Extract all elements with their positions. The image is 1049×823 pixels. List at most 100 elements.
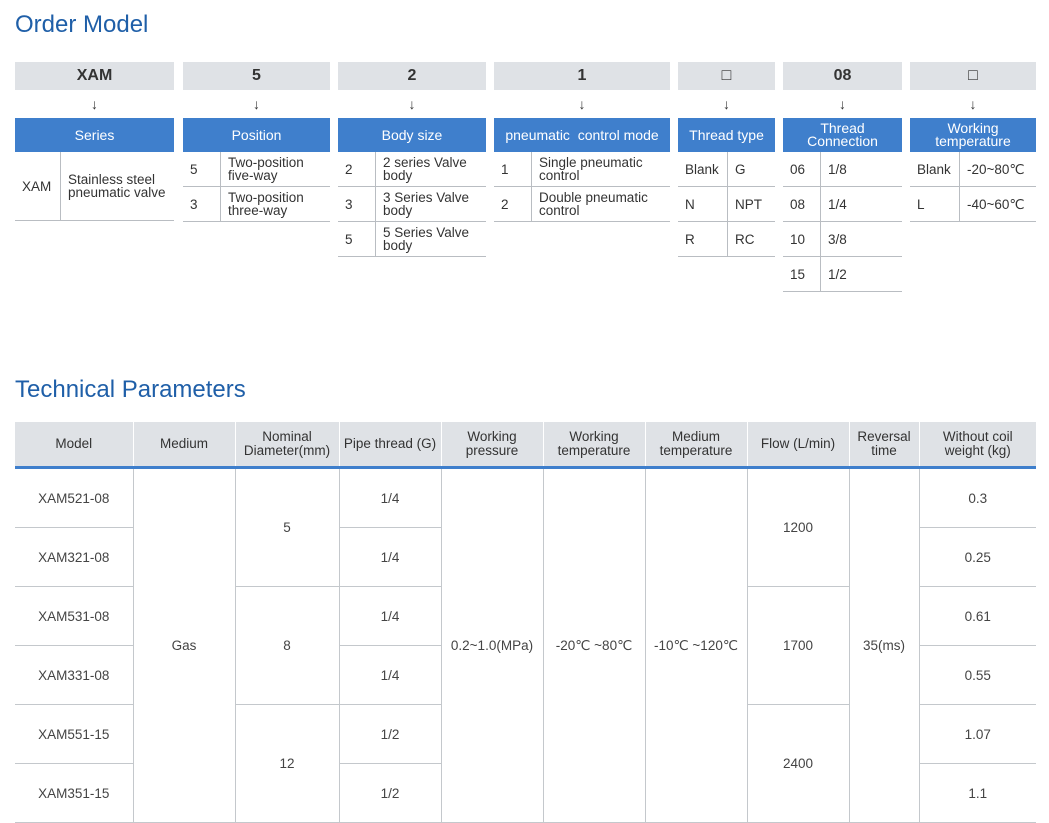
order-column-working-temperature: □ ↓ Working temperature Blank -20~80℃ L …	[910, 62, 1036, 222]
pipe-thread-cell: 1/4	[338, 645, 441, 705]
option-label: -20~80℃	[959, 152, 1036, 186]
order-model-title: Order Model	[15, 11, 149, 38]
down-arrow-icon: ↓	[91, 96, 98, 112]
column-header: Without coil weight (kg)	[918, 422, 1036, 469]
option-code: 10	[790, 231, 806, 247]
order-column-body-size: 2 ↓ Body size 2 2 series Valve body 3 3 …	[338, 62, 486, 257]
option-label: G	[727, 152, 775, 186]
model-cell: XAM521-08	[15, 467, 133, 528]
option-label: 1/8	[820, 152, 902, 186]
medium-cell: Gas	[132, 467, 235, 823]
order-option-row: Blank G	[678, 152, 775, 187]
option-label: 3 Series Valve body	[375, 187, 486, 221]
order-code: 5	[183, 62, 330, 90]
option-label: 3/8	[820, 222, 902, 256]
column-header: Flow (L/min)	[746, 422, 849, 469]
option-code: 1	[501, 161, 509, 177]
flow-cell: 2400	[746, 704, 849, 823]
option-label: Two-position three-way	[220, 187, 330, 221]
order-option-row: N NPT	[678, 187, 775, 222]
model-cell: XAM551-15	[15, 704, 133, 764]
option-code: XAM	[22, 178, 52, 194]
nominal-diameter-cell: 12	[234, 704, 339, 823]
order-option-row: 2 Double pneumatic control	[494, 187, 670, 222]
working-pressure-cell: 0.2~1.0(MPa)	[440, 467, 543, 823]
pipe-thread-cell: 1/4	[338, 527, 441, 587]
option-code: 2	[501, 196, 509, 212]
nominal-diameter-cell: 8	[234, 586, 339, 705]
option-code: 5	[345, 231, 353, 247]
order-option-row: 1 Single pneumatic control	[494, 152, 670, 187]
order-option-row: 5 5 Series Valve body	[338, 222, 486, 257]
option-code: N	[685, 196, 695, 212]
column-header: Pipe thread (G)	[338, 422, 441, 469]
column-header: Reversal time	[848, 422, 919, 469]
order-option-row: 3 Two-position three-way	[183, 187, 330, 222]
table-row: XAM521-08 Gas 5 1/4 0.2~1.0(MPa) -20℃ ~8…	[15, 467, 1036, 823]
down-arrow-icon: ↓	[969, 96, 977, 112]
order-header: Series	[15, 118, 174, 152]
order-column-position: 5 ↓ Position 5 Two-position five-way 3 T…	[183, 62, 330, 222]
order-header: Body size	[338, 118, 486, 152]
order-header: pneumatic control mode	[494, 118, 670, 152]
order-column-thread-connection: 08 ↓ Thread Connection 06 1/8 08 1/4 10 …	[783, 62, 902, 292]
medium-temperature-cell: -10℃ ~120℃	[644, 467, 747, 823]
weight-cell: 1.07	[918, 704, 1036, 764]
order-header: Thread Connection	[783, 118, 902, 152]
model-cell: XAM531-08	[15, 586, 133, 646]
order-option-row: 10 3/8	[783, 222, 902, 257]
weight-cell: 0.3	[918, 467, 1036, 528]
option-code: 5	[190, 161, 198, 177]
option-code: 06	[790, 161, 806, 177]
option-label: RC	[727, 222, 775, 256]
option-code: 3	[345, 196, 353, 212]
down-arrow-icon: ↓	[408, 96, 416, 112]
order-column-control-mode: 1 ↓ pneumatic control mode 1 Single pneu…	[494, 62, 670, 222]
column-header: Working temperature	[542, 422, 645, 469]
order-header: Working temperature	[910, 118, 1036, 152]
column-header: Medium temperature	[644, 422, 747, 469]
option-label: 5 Series Valve body	[375, 222, 486, 256]
down-arrow-icon: ↓	[723, 96, 730, 112]
order-code: □	[910, 62, 1036, 90]
table-header-row: Model Medium Nominal Diameter(mm) Pipe t…	[15, 422, 1036, 469]
column-header: Model	[15, 422, 133, 469]
option-label: NPT	[727, 187, 775, 221]
order-code: XAM	[15, 62, 174, 90]
option-code: L	[917, 196, 925, 212]
option-code: Blank	[685, 161, 719, 177]
weight-cell: 0.61	[918, 586, 1036, 646]
order-option-row: XAM Stainless steel pneumatic valve	[15, 152, 174, 221]
order-column-series: XAM ↓ Series XAM Stainless steel pneumat…	[15, 62, 174, 221]
option-label: 1/2	[820, 257, 902, 291]
order-code: 1	[494, 62, 670, 90]
option-label: -40~60℃	[959, 187, 1036, 221]
order-code: 2	[338, 62, 486, 90]
order-option-row: 06 1/8	[783, 152, 902, 187]
order-code: 08	[783, 62, 902, 90]
pipe-thread-cell: 1/2	[338, 704, 441, 764]
technical-parameters-title: Technical Parameters	[15, 376, 246, 403]
down-arrow-icon: ↓	[253, 96, 260, 112]
technical-parameters-table: Model Medium Nominal Diameter(mm) Pipe t…	[15, 422, 1036, 823]
option-code: 15	[790, 266, 806, 282]
option-label: Double pneumatic control	[531, 187, 670, 221]
order-column-thread-type: □ ↓ Thread type Blank G N NPT R RC	[678, 62, 775, 257]
option-code: 2	[345, 161, 353, 177]
order-header: Thread type	[678, 118, 775, 152]
column-header: Medium	[132, 422, 235, 469]
column-header: Nominal Diameter(mm)	[234, 422, 339, 469]
option-code: 08	[790, 196, 806, 212]
option-label: Single pneumatic control	[531, 152, 670, 186]
order-option-row: 3 3 Series Valve body	[338, 187, 486, 222]
order-option-row: 5 Two-position five-way	[183, 152, 330, 187]
down-arrow-icon: ↓	[578, 96, 586, 112]
weight-cell: 0.55	[918, 645, 1036, 705]
order-header: Position	[183, 118, 330, 152]
column-header: Working pressure	[440, 422, 543, 469]
option-code: Blank	[917, 161, 951, 177]
option-label: Stainless steel pneumatic valve	[60, 152, 174, 220]
pipe-thread-cell: 1/4	[338, 586, 441, 646]
flow-cell: 1200	[746, 467, 849, 587]
pipe-thread-cell: 1/4	[338, 467, 441, 528]
